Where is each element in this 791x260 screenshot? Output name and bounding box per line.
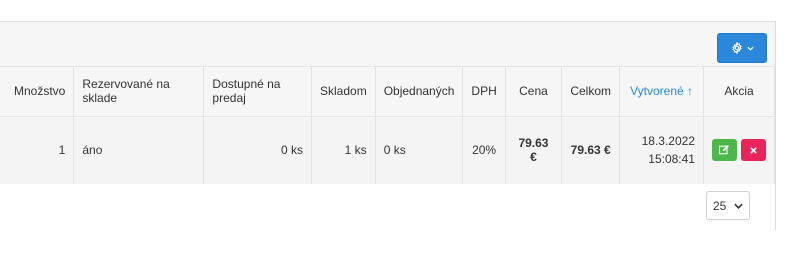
- col-header-price[interactable]: Cena: [505, 67, 563, 117]
- page-size-select[interactable]: 25: [706, 191, 750, 220]
- cell-created: 18.3.2022 15:08:41: [619, 116, 704, 185]
- created-time: 15:08:41: [648, 152, 695, 166]
- chevron-down-icon: [734, 203, 743, 209]
- table-row: 1 áno 0 ks 1 ks 0 ks 20% 79.63 € 79.63 €…: [0, 116, 776, 185]
- cell-qty: 1: [0, 116, 75, 185]
- table-footer: 25: [0, 184, 775, 230]
- table-panel: Množstvo Rezervované na sklade Dostupné …: [0, 21, 776, 230]
- col-header-ordered[interactable]: Objednaných: [375, 67, 464, 117]
- page-size-value: 25: [713, 198, 727, 213]
- cell-ordered: 0 ks: [375, 116, 464, 185]
- created-date: 18.3.2022: [641, 134, 695, 148]
- edit-button[interactable]: [711, 139, 737, 161]
- col-header-created[interactable]: Vytvorené ↑: [619, 67, 704, 117]
- close-icon: [750, 146, 757, 154]
- col-header-vat[interactable]: DPH: [462, 67, 506, 117]
- col-header-stock[interactable]: Skladom: [311, 67, 376, 117]
- delete-button[interactable]: [740, 139, 766, 161]
- cell-price: 79.63 €: [505, 116, 563, 185]
- gear-icon: [731, 42, 742, 54]
- cell-actions: [703, 116, 776, 185]
- table-header-row: Množstvo Rezervované na sklade Dostupné …: [0, 67, 776, 117]
- edit-icon: [719, 144, 730, 155]
- cell-vat: 20%: [462, 116, 506, 185]
- chevron-down-icon: [746, 46, 754, 51]
- col-header-total[interactable]: Celkom: [561, 67, 621, 117]
- cell-available: 0 ks: [203, 116, 312, 185]
- table-toolbar: [0, 22, 775, 67]
- cell-stock: 1 ks: [311, 116, 376, 185]
- col-header-available[interactable]: Dostupné na predaj: [203, 67, 312, 117]
- settings-button[interactable]: [717, 33, 767, 63]
- orders-table: Množstvo Rezervované na sklade Dostupné …: [0, 67, 776, 185]
- col-header-reserved[interactable]: Rezervované na sklade: [73, 67, 205, 117]
- col-header-qty[interactable]: Množstvo: [0, 67, 75, 117]
- cell-reserved: áno: [73, 116, 205, 185]
- col-header-actions: Akcia: [703, 67, 776, 117]
- cell-total: 79.63 €: [561, 116, 621, 185]
